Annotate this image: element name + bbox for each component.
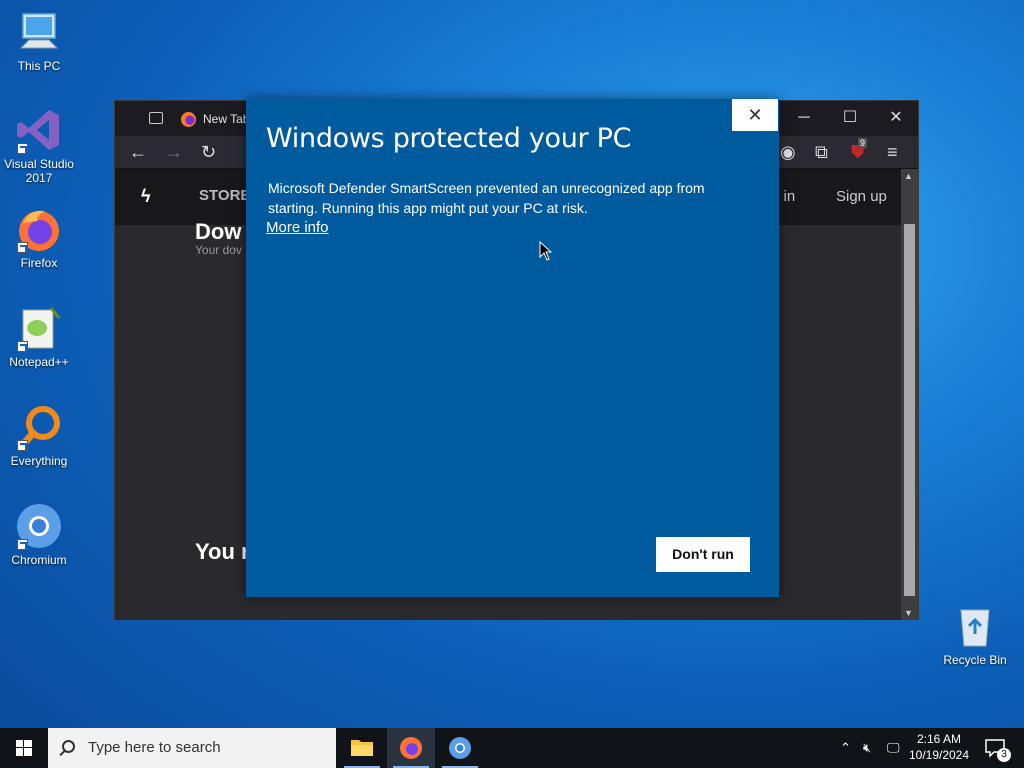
- site-logo-icon[interactable]: ϟ: [141, 186, 151, 207]
- desktop-icon-label: Firefox: [20, 256, 58, 270]
- folder-icon: [351, 740, 373, 756]
- site-nav-store[interactable]: STORE: [199, 187, 250, 204]
- scroll-thumb[interactable]: [904, 224, 915, 596]
- minimize-icon[interactable]: ─: [781, 101, 827, 136]
- desktop-icon-label: Notepad++: [9, 355, 69, 369]
- close-window-icon[interactable]: ✕: [873, 101, 919, 136]
- windows-logo-icon: [16, 740, 32, 756]
- everything-search-icon: [15, 403, 63, 451]
- taskbar-clock[interactable]: 2:16 AM 10/19/2024: [903, 731, 975, 763]
- taskbar-search-box[interactable]: Type here to search: [48, 728, 336, 768]
- taskbar-chromium[interactable]: [436, 728, 484, 768]
- extensions-icon[interactable]: ⧉: [815, 140, 828, 164]
- firefox-favicon-icon: [181, 112, 196, 127]
- notification-center-button[interactable]: 3: [980, 728, 1020, 768]
- scroll-down-icon[interactable]: ▼: [904, 608, 913, 618]
- smartscreen-dialog: ✕ Windows protected your PC Microsoft De…: [246, 99, 779, 597]
- page-bottom-heading: You r: [195, 539, 250, 564]
- dialog-close-button[interactable]: ✕: [732, 99, 778, 131]
- desktop-icon-visual-studio[interactable]: Visual Studio 2017: [0, 106, 78, 185]
- clock-time: 2:16 AM: [916, 732, 962, 746]
- page-subtext: Your dov: [195, 243, 242, 257]
- desktop-icon-label: Everything: [10, 454, 68, 468]
- desktop-icon-label: Chromium: [11, 553, 67, 567]
- reload-icon[interactable]: ↻: [201, 140, 216, 164]
- desktop-icon-this-pc[interactable]: This PC: [0, 8, 78, 73]
- firefox-icon: [400, 737, 422, 759]
- computer-icon: [15, 8, 63, 56]
- forward-arrow-icon[interactable]: →: [165, 140, 183, 164]
- site-signup-link[interactable]: Sign up: [836, 188, 887, 205]
- maximize-icon[interactable]: ☐: [827, 101, 873, 136]
- taskbar-file-explorer[interactable]: [338, 728, 386, 768]
- desktop-icon-chromium[interactable]: Chromium: [0, 502, 78, 567]
- page-heading: Dow: [195, 219, 242, 244]
- shortcut-arrow-icon: [17, 143, 28, 154]
- shortcut-arrow-icon: [17, 242, 28, 253]
- desktop-icon-label: Visual Studio 2017: [4, 157, 74, 185]
- shortcut-arrow-icon: [17, 539, 28, 550]
- firefox-icon: [15, 205, 63, 253]
- volume-muted-icon[interactable]: 🔇︎: [863, 740, 871, 756]
- desktop-icon-recycle-bin[interactable]: Recycle Bin: [936, 602, 1014, 667]
- recycle-bin-icon: [951, 602, 999, 650]
- tab-list-icon[interactable]: [149, 112, 163, 124]
- desktop-icon-label: Recycle Bin: [943, 653, 1007, 667]
- visual-studio-icon: [15, 106, 63, 154]
- dialog-title: Windows protected your PC: [266, 123, 632, 154]
- desktop-icon-label: This PC: [17, 59, 61, 73]
- notepadpp-icon: [15, 304, 63, 352]
- menu-hamburger-icon[interactable]: ≡: [887, 140, 898, 164]
- back-arrow-icon[interactable]: ←: [129, 140, 147, 164]
- tab-title: New Tab: [203, 112, 250, 126]
- start-button[interactable]: [0, 728, 48, 768]
- network-icon[interactable]: 🖵︎: [887, 740, 900, 756]
- taskbar: Type here to search ⌃ 🔇︎ 🖵︎ 2:16 AM 10/1…: [0, 728, 1024, 768]
- shortcut-arrow-icon: [17, 440, 28, 451]
- tray-chevron-icon[interactable]: ⌃: [840, 740, 851, 756]
- taskbar-firefox[interactable]: [387, 728, 435, 768]
- desktop-icon-notepadpp[interactable]: Notepad++: [0, 304, 78, 369]
- chromium-icon: [15, 502, 63, 550]
- mouse-pointer-icon: [539, 241, 553, 261]
- page-scrollbar[interactable]: ▲ ▼: [901, 169, 918, 620]
- search-icon: [62, 740, 75, 753]
- chromium-icon: [449, 737, 471, 759]
- dialog-message: Microsoft Defender SmartScreen prevented…: [268, 180, 705, 216]
- extension-badge: 9: [858, 138, 868, 148]
- desktop-icon-everything[interactable]: Everything: [0, 403, 78, 468]
- desktop-icon-firefox[interactable]: Firefox: [0, 205, 78, 270]
- shortcut-arrow-icon: [17, 341, 28, 352]
- clock-date: 10/19/2024: [908, 748, 970, 762]
- dont-run-button[interactable]: Don't run: [656, 537, 750, 572]
- more-info-link[interactable]: More info: [266, 219, 329, 236]
- scroll-up-icon[interactable]: ▲: [904, 171, 913, 181]
- notification-count: 3: [997, 748, 1011, 762]
- account-icon[interactable]: ◉: [780, 140, 796, 164]
- search-placeholder: Type here to search: [88, 739, 221, 756]
